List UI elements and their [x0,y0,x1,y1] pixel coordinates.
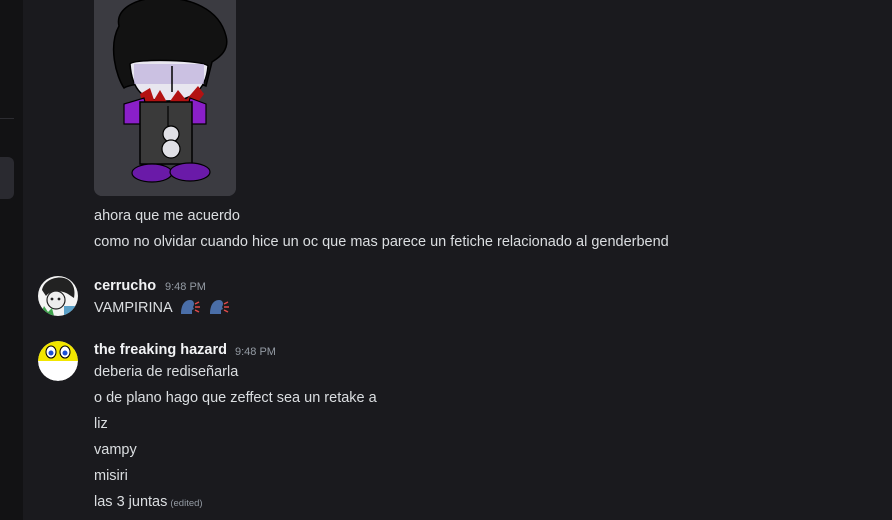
message-content: VAMPIRINA [94,300,172,316]
sidebar-selected-item[interactable] [0,157,14,199]
sidebar-divider [0,118,14,119]
timestamp[interactable]: 9:48 PM [235,342,276,362]
message-text: ahora que me acuerdo [94,208,240,224]
message-text: o de plano hago que zeffect sea un retak… [94,390,377,406]
speaking-head-icon [208,298,230,322]
speaking-head-icon [179,298,201,322]
avatar[interactable] [38,341,78,381]
username[interactable]: cerrucho [94,276,156,296]
message-text: las 3 juntas (edited) [94,492,203,514]
avatar-image [38,276,78,316]
message-content: las 3 juntas [94,494,168,510]
message-text: vampy [94,442,137,458]
edited-label: (edited) [170,498,203,509]
message-text: deberia de rediseñarla [94,364,239,380]
avatar-image [38,341,78,381]
username[interactable]: the freaking hazard [94,340,227,360]
message-text: misiri [94,468,128,484]
message-text: como no olvidar cuando hice un oc que ma… [94,234,669,250]
image-attachment[interactable] [94,0,236,196]
message-text: VAMPIRINA [94,298,230,322]
message-text: liz [94,416,108,432]
server-sidebar [0,0,23,520]
drawing-image [94,0,236,196]
timestamp[interactable]: 9:48 PM [165,277,206,297]
avatar[interactable] [38,276,78,316]
